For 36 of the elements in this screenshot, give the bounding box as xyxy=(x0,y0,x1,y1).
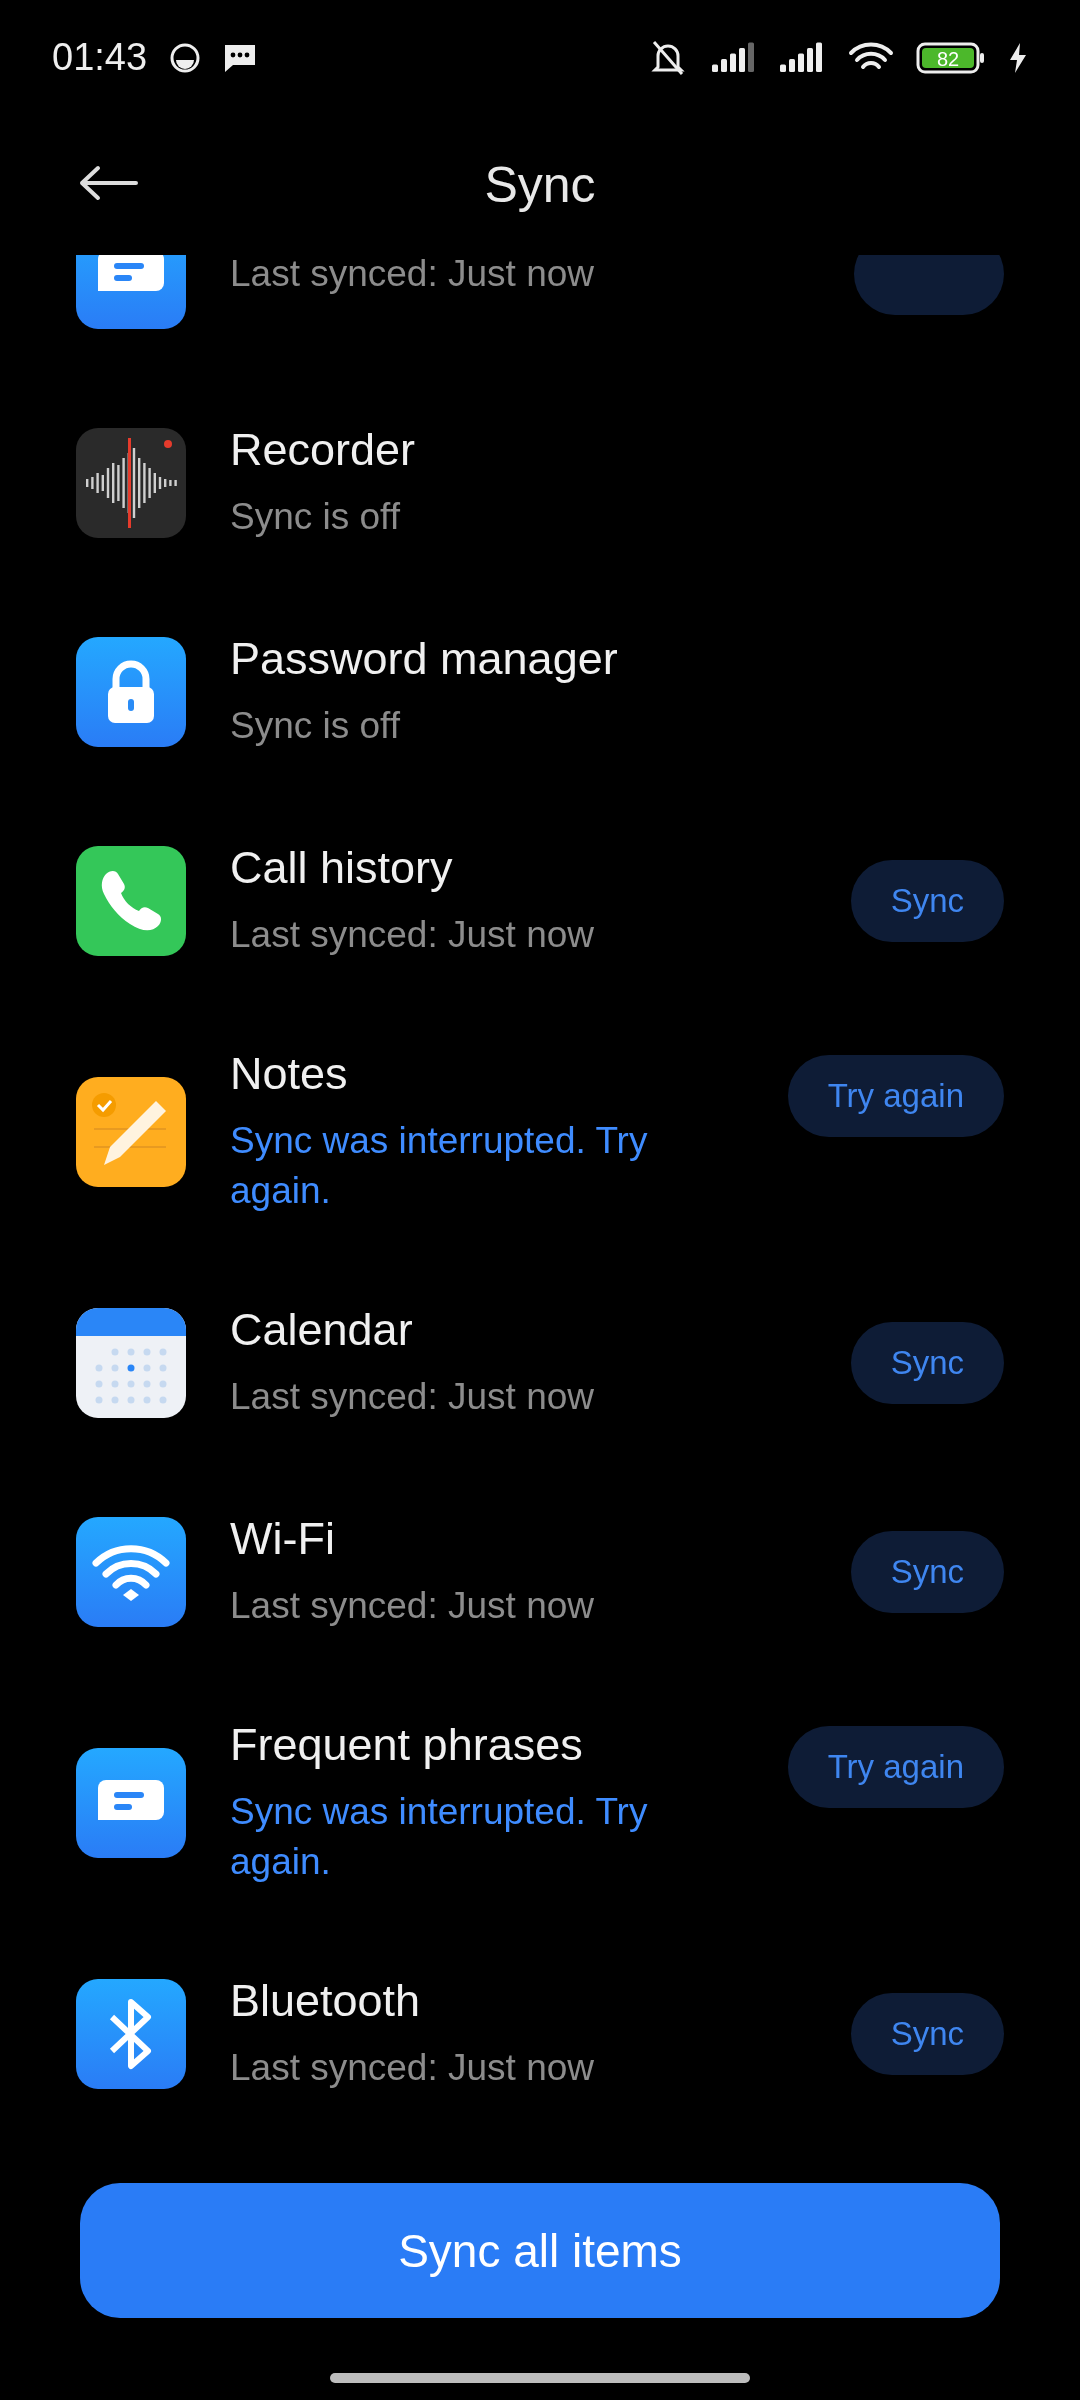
item-title: Frequent phrases xyxy=(230,1718,584,1771)
back-icon[interactable] xyxy=(78,165,140,201)
item-title: Recorder xyxy=(230,423,417,476)
item-title: Wi-Fi xyxy=(230,1512,336,1565)
padlock-icon xyxy=(76,636,186,747)
page-title: Sync xyxy=(484,156,596,214)
sync-button[interactable]: Sync xyxy=(850,1530,1004,1613)
sync-status: Sync was interrupted. Try again. xyxy=(230,1118,649,1213)
sync-button[interactable]: Sync xyxy=(850,1321,1004,1404)
try-again-button[interactable]: Try again xyxy=(787,1055,1004,1137)
sync-status: Sync is off xyxy=(230,703,401,748)
item-title: Bluetooth xyxy=(230,1974,422,2027)
recorder-icon xyxy=(76,427,186,538)
sync-all-button[interactable]: Sync all items xyxy=(80,2183,1000,2318)
sync-status: Sync was interrupted. Try again. xyxy=(230,1789,649,1884)
wifi-icon xyxy=(76,1516,186,1627)
sync-status: Last synced: Just now xyxy=(230,1583,596,1628)
item-title: Calendar xyxy=(230,1303,414,1356)
bluetooth-icon xyxy=(76,1978,186,2089)
sync-status: Last synced: Just now xyxy=(230,2045,596,2090)
item-title: Notes xyxy=(230,1047,349,1100)
calendar-icon xyxy=(76,1307,186,1418)
sync-status: Last synced: Just now xyxy=(230,912,596,957)
sync-button[interactable]: Sync xyxy=(850,859,1004,942)
sync-status: Sync is off xyxy=(230,494,401,539)
notes-icon xyxy=(76,1076,186,1187)
charging-icon xyxy=(1008,41,1028,74)
phone-icon xyxy=(76,845,186,956)
sync-status: Last synced: Just now xyxy=(230,255,596,296)
status-time: 01:43 xyxy=(52,36,148,79)
message-icon xyxy=(76,1747,186,1858)
item-title: Call history xyxy=(230,841,454,894)
sync-status: Last synced: Just now xyxy=(230,1374,596,1419)
item-title: Password manager xyxy=(230,632,619,685)
try-again-button[interactable]: Try again xyxy=(787,1726,1004,1808)
sync-button[interactable]: Sync xyxy=(850,1992,1004,2075)
